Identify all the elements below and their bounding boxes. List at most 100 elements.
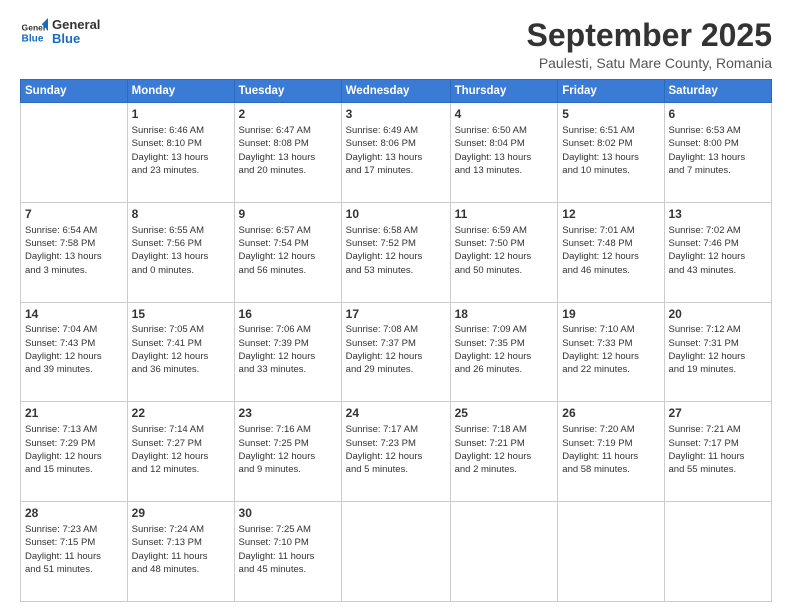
calendar-week-2: 7Sunrise: 6:54 AMSunset: 7:58 PMDaylight… — [21, 202, 772, 302]
month-title: September 2025 — [527, 18, 772, 53]
table-row: 2Sunrise: 6:47 AMSunset: 8:08 PMDaylight… — [234, 103, 341, 203]
day-number: 22 — [132, 405, 230, 422]
day-info: Sunset: 7:27 PM — [132, 437, 230, 450]
day-info: and 48 minutes. — [132, 563, 230, 576]
day-info: Sunrise: 7:08 AM — [346, 323, 446, 336]
day-info: and 56 minutes. — [239, 264, 337, 277]
table-row: 6Sunrise: 6:53 AMSunset: 8:00 PMDaylight… — [664, 103, 772, 203]
table-row: 1Sunrise: 6:46 AMSunset: 8:10 PMDaylight… — [127, 103, 234, 203]
table-row: 29Sunrise: 7:24 AMSunset: 7:13 PMDayligh… — [127, 502, 234, 602]
day-info: Sunset: 8:02 PM — [562, 137, 659, 150]
day-info: Sunrise: 7:01 AM — [562, 224, 659, 237]
table-row — [21, 103, 128, 203]
day-number: 4 — [455, 106, 554, 123]
calendar-week-1: 1Sunrise: 6:46 AMSunset: 8:10 PMDaylight… — [21, 103, 772, 203]
table-row: 13Sunrise: 7:02 AMSunset: 7:46 PMDayligh… — [664, 202, 772, 302]
day-info: Sunset: 7:37 PM — [346, 337, 446, 350]
day-info: Sunset: 7:46 PM — [669, 237, 768, 250]
table-row: 4Sunrise: 6:50 AMSunset: 8:04 PMDaylight… — [450, 103, 558, 203]
day-info: Sunset: 7:29 PM — [25, 437, 123, 450]
day-number: 8 — [132, 206, 230, 223]
day-info: Sunrise: 7:23 AM — [25, 523, 123, 536]
day-number: 17 — [346, 306, 446, 323]
day-info: Sunset: 7:41 PM — [132, 337, 230, 350]
day-number: 1 — [132, 106, 230, 123]
day-info: and 46 minutes. — [562, 264, 659, 277]
day-info: Daylight: 12 hours — [132, 350, 230, 363]
table-row: 22Sunrise: 7:14 AMSunset: 7:27 PMDayligh… — [127, 402, 234, 502]
day-info: Sunrise: 7:02 AM — [669, 224, 768, 237]
calendar-table: Sunday Monday Tuesday Wednesday Thursday… — [20, 79, 772, 602]
day-info: and 58 minutes. — [562, 463, 659, 476]
day-info: Sunrise: 6:47 AM — [239, 124, 337, 137]
table-row: 19Sunrise: 7:10 AMSunset: 7:33 PMDayligh… — [558, 302, 664, 402]
col-monday: Monday — [127, 80, 234, 103]
table-row: 20Sunrise: 7:12 AMSunset: 7:31 PMDayligh… — [664, 302, 772, 402]
day-info: and 20 minutes. — [239, 164, 337, 177]
day-info: and 10 minutes. — [562, 164, 659, 177]
day-info: Sunrise: 7:21 AM — [669, 423, 768, 436]
table-row: 7Sunrise: 6:54 AMSunset: 7:58 PMDaylight… — [21, 202, 128, 302]
day-info: Sunset: 8:04 PM — [455, 137, 554, 150]
day-info: and 12 minutes. — [132, 463, 230, 476]
day-info: Sunset: 8:06 PM — [346, 137, 446, 150]
col-tuesday: Tuesday — [234, 80, 341, 103]
day-info: Sunset: 7:39 PM — [239, 337, 337, 350]
day-number: 6 — [669, 106, 768, 123]
table-row: 5Sunrise: 6:51 AMSunset: 8:02 PMDaylight… — [558, 103, 664, 203]
table-row: 26Sunrise: 7:20 AMSunset: 7:19 PMDayligh… — [558, 402, 664, 502]
day-number: 11 — [455, 206, 554, 223]
day-info: Sunrise: 7:24 AM — [132, 523, 230, 536]
day-info: Sunrise: 7:09 AM — [455, 323, 554, 336]
day-info: Daylight: 13 hours — [239, 151, 337, 164]
day-info: and 3 minutes. — [25, 264, 123, 277]
day-number: 12 — [562, 206, 659, 223]
day-info: and 36 minutes. — [132, 363, 230, 376]
day-number: 7 — [25, 206, 123, 223]
day-info: and 53 minutes. — [346, 264, 446, 277]
day-info: and 23 minutes. — [132, 164, 230, 177]
day-info: Daylight: 13 hours — [346, 151, 446, 164]
day-number: 23 — [239, 405, 337, 422]
day-info: and 50 minutes. — [455, 264, 554, 277]
day-info: Sunrise: 7:10 AM — [562, 323, 659, 336]
day-info: and 55 minutes. — [669, 463, 768, 476]
day-info: Sunset: 7:17 PM — [669, 437, 768, 450]
table-row — [450, 502, 558, 602]
day-number: 10 — [346, 206, 446, 223]
day-info: Sunrise: 7:17 AM — [346, 423, 446, 436]
calendar-week-4: 21Sunrise: 7:13 AMSunset: 7:29 PMDayligh… — [21, 402, 772, 502]
day-info: Sunrise: 6:49 AM — [346, 124, 446, 137]
day-info: Daylight: 12 hours — [346, 450, 446, 463]
day-info: Daylight: 12 hours — [455, 350, 554, 363]
day-info: Sunrise: 7:18 AM — [455, 423, 554, 436]
day-info: Sunset: 8:10 PM — [132, 137, 230, 150]
day-info: Sunset: 7:43 PM — [25, 337, 123, 350]
table-row: 30Sunrise: 7:25 AMSunset: 7:10 PMDayligh… — [234, 502, 341, 602]
day-info: Daylight: 11 hours — [239, 550, 337, 563]
day-info: Daylight: 11 hours — [669, 450, 768, 463]
day-number: 3 — [346, 106, 446, 123]
day-number: 13 — [669, 206, 768, 223]
day-info: Daylight: 12 hours — [562, 350, 659, 363]
day-info: Sunset: 7:35 PM — [455, 337, 554, 350]
day-info: Daylight: 13 hours — [132, 250, 230, 263]
day-info: Sunset: 7:52 PM — [346, 237, 446, 250]
day-info: Sunset: 7:23 PM — [346, 437, 446, 450]
day-info: Sunset: 8:00 PM — [669, 137, 768, 150]
table-row: 17Sunrise: 7:08 AMSunset: 7:37 PMDayligh… — [341, 302, 450, 402]
page-header: General Blue General Blue September 2025… — [20, 18, 772, 71]
day-number: 26 — [562, 405, 659, 422]
day-info: Daylight: 11 hours — [132, 550, 230, 563]
title-block: September 2025 Paulesti, Satu Mare Count… — [527, 18, 772, 71]
day-number: 30 — [239, 505, 337, 522]
table-row: 25Sunrise: 7:18 AMSunset: 7:21 PMDayligh… — [450, 402, 558, 502]
table-row: 10Sunrise: 6:58 AMSunset: 7:52 PMDayligh… — [341, 202, 450, 302]
day-info: Sunrise: 7:05 AM — [132, 323, 230, 336]
svg-text:Blue: Blue — [22, 34, 44, 45]
col-friday: Friday — [558, 80, 664, 103]
calendar-header-row: Sunday Monday Tuesday Wednesday Thursday… — [21, 80, 772, 103]
logo-general: General — [52, 18, 100, 32]
day-info: Daylight: 13 hours — [455, 151, 554, 164]
table-row — [558, 502, 664, 602]
